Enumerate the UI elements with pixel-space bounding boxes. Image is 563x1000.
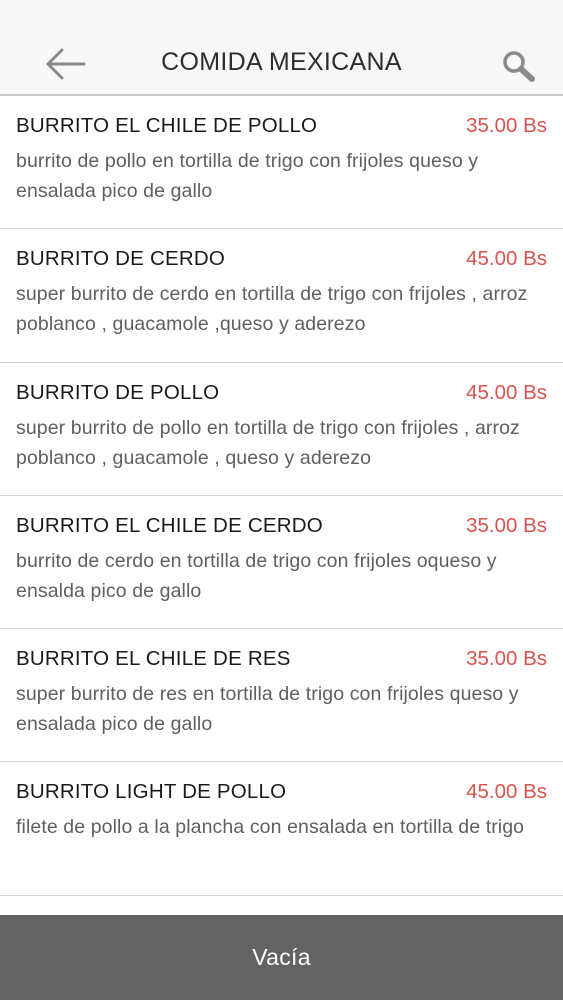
item-price: 35.00 Bs (466, 513, 547, 537)
menu-item[interactable]: BURRITO DE CERDO 45.00 Bs super burrito … (0, 229, 563, 363)
item-price: 45.00 Bs (466, 380, 547, 404)
item-description: super burrito de pollo en tortilla de tr… (16, 416, 520, 469)
item-description: super burrito de res en tortilla de trig… (16, 683, 519, 736)
back-button[interactable] (40, 44, 92, 84)
menu-screen: COMIDA MEXICANA BURRITO EL CHILE DE POLL… (0, 0, 563, 1000)
menu-item[interactable]: BURRITO DE POLLO 45.00 Bs super burrito … (0, 363, 563, 496)
search-icon (503, 51, 535, 82)
menu-list: BURRITO EL CHILE DE POLLO 35.00 Bs burri… (0, 96, 563, 916)
cart-empty-button[interactable]: Vacía (0, 915, 563, 1000)
nav-header: COMIDA MEXICANA (0, 0, 563, 96)
item-name: BURRITO DE CERDO (16, 247, 225, 271)
arrow-left-icon (46, 48, 86, 80)
item-name: BURRITO LIGHT DE POLLO (16, 780, 287, 804)
item-name: BURRITO EL CHILE DE CERDO (16, 513, 323, 537)
cart-status-label: Vacía (252, 944, 311, 970)
item-description: burrito de pollo en tortilla de trigo co… (16, 150, 479, 202)
item-price: 35.00 Bs (466, 647, 547, 671)
item-name: BURRITO EL CHILE DE RES (16, 647, 291, 671)
menu-item[interactable]: BURRITO EL CHILE DE POLLO 35.00 Bs burri… (0, 96, 563, 230)
menu-item[interactable]: BURRITO EL CHILE DE CERDO 35.00 Bs burri… (0, 496, 563, 630)
item-name: BURRITO EL CHILE DE POLLO (16, 114, 318, 137)
search-button[interactable] (498, 46, 540, 86)
item-description: super burrito de cerdo en tortilla de tr… (16, 283, 528, 336)
item-price: 45.00 Bs (466, 780, 547, 804)
menu-item[interactable]: BURRITO EL CHILE DE RES 35.00 Bs super b… (0, 629, 563, 763)
item-description: burrito de cerdo en tortilla de trigo co… (16, 549, 497, 602)
item-price: 35.00 Bs (466, 114, 547, 137)
item-name: BURRITO DE POLLO (16, 380, 220, 404)
item-description: filete de pollo a la plancha con ensalad… (16, 816, 525, 839)
menu-item[interactable]: BURRITO LIGHT DE POLLO 45.00 Bs filete d… (0, 762, 563, 896)
item-price: 45.00 Bs (466, 247, 547, 271)
